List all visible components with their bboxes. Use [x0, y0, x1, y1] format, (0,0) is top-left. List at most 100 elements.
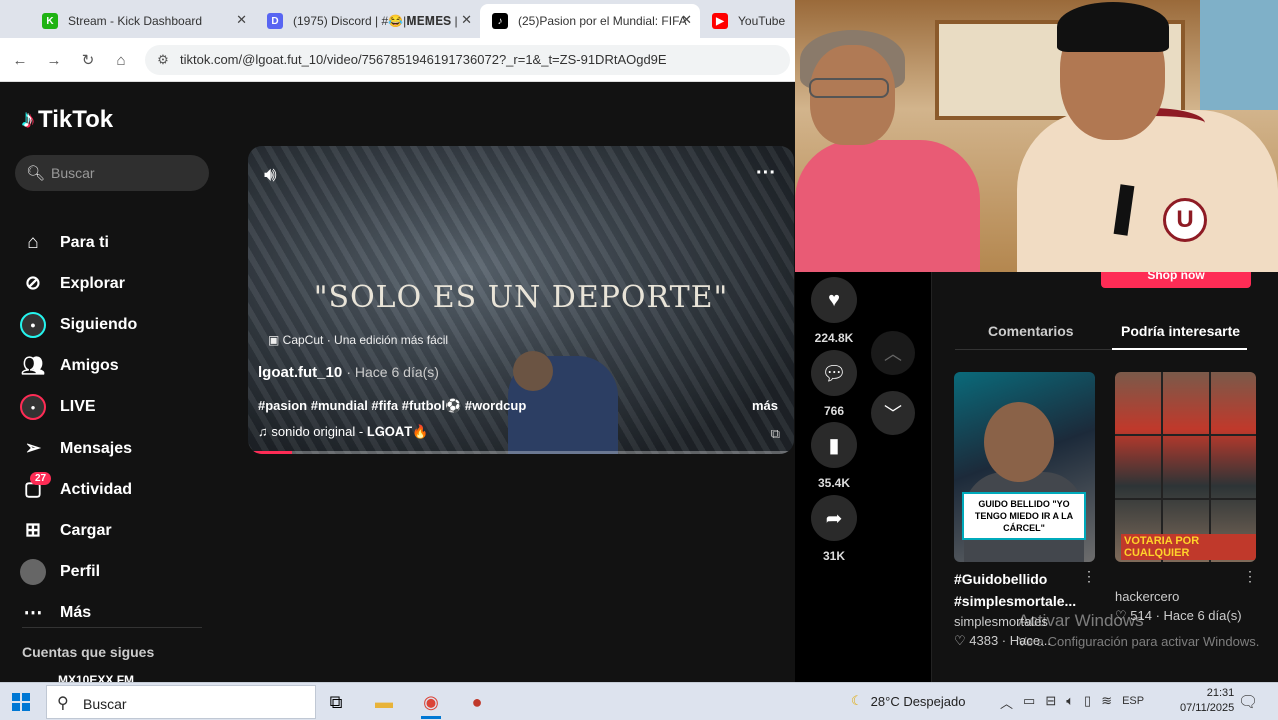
video-progress-bar[interactable]	[248, 451, 794, 454]
mini-player-icon[interactable]: ⧉	[771, 426, 780, 442]
home-icon[interactable]: ⌂	[111, 50, 131, 70]
network-icon[interactable]: ⊟	[1045, 693, 1056, 712]
wifi-icon[interactable]: ≋	[1101, 693, 1112, 712]
share-count: 31K	[822, 549, 845, 563]
tiktok-logo[interactable]: ♪ TikTok	[22, 106, 113, 134]
suggested-video-user[interactable]: hackercero	[1115, 589, 1179, 604]
save-action[interactable]: ▮ 35.4K	[810, 422, 858, 490]
sidebar-item-label: Actividad	[60, 480, 133, 498]
more-link[interactable]: más	[752, 398, 778, 413]
sidebar-item-label: Perfil	[60, 563, 101, 581]
comment-action[interactable]: 💬︎ 766	[810, 350, 858, 418]
sidebar-item-live[interactable]: ● LIVE	[0, 387, 220, 428]
sidebar-item-actividad[interactable]: ▢ 27 Actividad	[0, 469, 220, 510]
sidebar-item-para-ti[interactable]: ⌂ Para ti	[0, 222, 220, 263]
address-bar[interactable]: ⚙ tiktok.com/@lgoat.fut_10/video/7567851…	[145, 45, 790, 75]
person-right-hair	[1057, 2, 1169, 52]
chevron-up-icon[interactable]: ︿	[1000, 693, 1013, 712]
heart-icon[interactable]: ♥	[811, 277, 857, 323]
active-tab-indicator	[1112, 348, 1247, 350]
sidebar-item-siguiendo[interactable]: ● Siguiendo	[0, 304, 220, 345]
author-name[interactable]: lgoat.fut_10	[258, 364, 342, 381]
profile-icon	[20, 559, 46, 586]
sidebar-item-label: Para ti	[60, 233, 109, 251]
tab-label: YouTube	[738, 14, 786, 28]
more-options-icon[interactable]: ⋮	[1082, 568, 1096, 585]
video-author[interactable]: lgoat.fut_10 · Hace 6 día(s)	[258, 364, 439, 381]
logo-text: TikTok	[38, 106, 114, 133]
windows-start-icon[interactable]	[12, 693, 30, 711]
more-icon: ⋯	[23, 602, 43, 624]
more-options-icon[interactable]: ⋮	[1243, 568, 1257, 585]
volume-icon[interactable]: 🔈︎	[1066, 693, 1074, 712]
youtube-favicon-icon: ▶	[712, 13, 728, 29]
battery-icon[interactable]: ▯	[1084, 693, 1091, 712]
chevron-down-icon: ﹀	[884, 404, 902, 424]
windows-taskbar: ⚲ Buscar ⧉ ▬ ◉ ● ☾ 28°C Despejado ︿ ▭ ⊟ …	[0, 682, 1278, 720]
suggested-video-title[interactable]: #Guidobellido #simplesmortale...	[954, 568, 1076, 612]
tray-app-icon[interactable]: ▭	[1023, 693, 1035, 712]
bookmark-icon[interactable]: ▮	[811, 422, 857, 468]
back-icon[interactable]: ←	[10, 50, 30, 70]
close-icon[interactable]: ✕	[681, 12, 692, 28]
sidebar-item-explorar[interactable]: ⊘ Explorar	[0, 263, 220, 304]
more-options-icon[interactable]: ···	[756, 162, 776, 185]
sidebar-item-amigos[interactable]: 👥︎ Amigos	[0, 346, 220, 387]
volume-icon[interactable]: 🔊︎	[264, 164, 277, 187]
title-line: #Guidobellido	[954, 571, 1048, 587]
site-settings-icon[interactable]: ⚙	[153, 50, 173, 70]
search-box[interactable]: 🔍︎	[15, 155, 209, 191]
clock-time: 21:31	[1206, 687, 1235, 699]
thumbnail-caption: GUIDO BELLIDO "YO TENGO MIEDO IR A LA CÁ…	[962, 492, 1086, 540]
video-hashtags[interactable]: #pasion #mundial #fifa #futbol⚽ #wordcup	[258, 398, 526, 414]
task-view-icon[interactable]: ⧉	[316, 687, 356, 717]
suggested-video-thumbnail[interactable]: VOTARIA POR CUALQUIER	[1115, 372, 1256, 562]
thumbnail-overlay-text: VOTARIA POR CUALQUIER	[1121, 534, 1256, 560]
sound-label[interactable]: ♫ sonido original - 𝐋𝐆𝐎𝐀𝐓🔥	[258, 424, 429, 440]
tab-discord[interactable]: D (1975) Discord | #😂|𝐌𝐄𝐌𝐄𝐒 | ✕	[255, 4, 480, 38]
capcut-text: CapCut · Una edición más fácil	[282, 333, 449, 347]
tab-kick[interactable]: K Stream - Kick Dashboard ✕	[30, 4, 255, 38]
weather-text: 28°C Despejado	[870, 693, 966, 709]
close-icon[interactable]: ✕	[236, 12, 247, 28]
moon-icon: ☾	[851, 693, 863, 708]
app-icon[interactable]: ●	[457, 687, 497, 717]
video-player[interactable]: 🔊︎ ··· "SOLO ES UN DEPORTE" ▣ CapCut · U…	[248, 146, 794, 454]
glasses-icon	[809, 78, 889, 98]
sidebar-item-label: Siguiendo	[60, 315, 138, 333]
language-indicator[interactable]: ESP	[1122, 693, 1144, 712]
comment-icon[interactable]: 💬︎	[811, 350, 857, 396]
tab-tiktok[interactable]: ♪ (25)Pasion por el Mundial: FIFA ✕	[480, 4, 700, 38]
search-input[interactable]	[51, 155, 201, 191]
video-progress-fill	[248, 451, 292, 454]
weather-widget[interactable]: ☾ 28°C Despejado	[851, 693, 965, 709]
share-icon[interactable]: ➦	[811, 495, 857, 541]
capcut-label[interactable]: ▣ CapCut · Una edición más fácil	[268, 333, 448, 347]
share-action[interactable]: ➦ 31K	[810, 495, 858, 563]
sidebar-item-cargar[interactable]: ⊞ Cargar	[0, 510, 220, 551]
reload-icon[interactable]: ↻	[78, 50, 98, 70]
file-explorer-icon[interactable]: ▬	[364, 687, 404, 717]
clock[interactable]: 21:31 07/11/2025	[1180, 686, 1234, 716]
message-icon: ➢	[25, 438, 41, 460]
next-video-button[interactable]: ﹀	[871, 391, 915, 435]
sidebar-item-perfil[interactable]: Perfil	[0, 552, 220, 593]
tab-podria-interesarte[interactable]: Podría interesarte	[1121, 323, 1240, 339]
tab-youtube[interactable]: ▶ YouTube	[700, 4, 795, 38]
taskbar-search[interactable]: ⚲ Buscar	[46, 685, 316, 719]
chevron-up-icon: ︿	[884, 344, 902, 364]
like-action[interactable]: ♥ 224.8K	[810, 277, 858, 345]
search-icon: ⚲	[57, 695, 69, 712]
video-headline: "SOLO ES UN DEPORTE"	[313, 280, 729, 315]
activation-watermark-title: Activar Windows	[1018, 611, 1144, 630]
sidebar-item-mensajes[interactable]: ➢ Mensajes	[0, 428, 220, 469]
notification-badge: 27	[30, 472, 52, 486]
suggested-video-thumbnail[interactable]: GUIDO BELLIDO "YO TENGO MIEDO IR A LA CÁ…	[954, 372, 1095, 562]
chrome-icon[interactable]: ◉	[411, 687, 451, 719]
tab-comentarios[interactable]: Comentarios	[988, 323, 1074, 339]
forward-icon[interactable]: →	[44, 50, 64, 70]
previous-video-button[interactable]: ︿	[871, 331, 915, 375]
notifications-icon[interactable]: 🗨︎	[1238, 692, 1258, 712]
close-icon[interactable]: ✕	[461, 12, 472, 28]
following-title: Cuentas que sigues	[22, 644, 155, 660]
